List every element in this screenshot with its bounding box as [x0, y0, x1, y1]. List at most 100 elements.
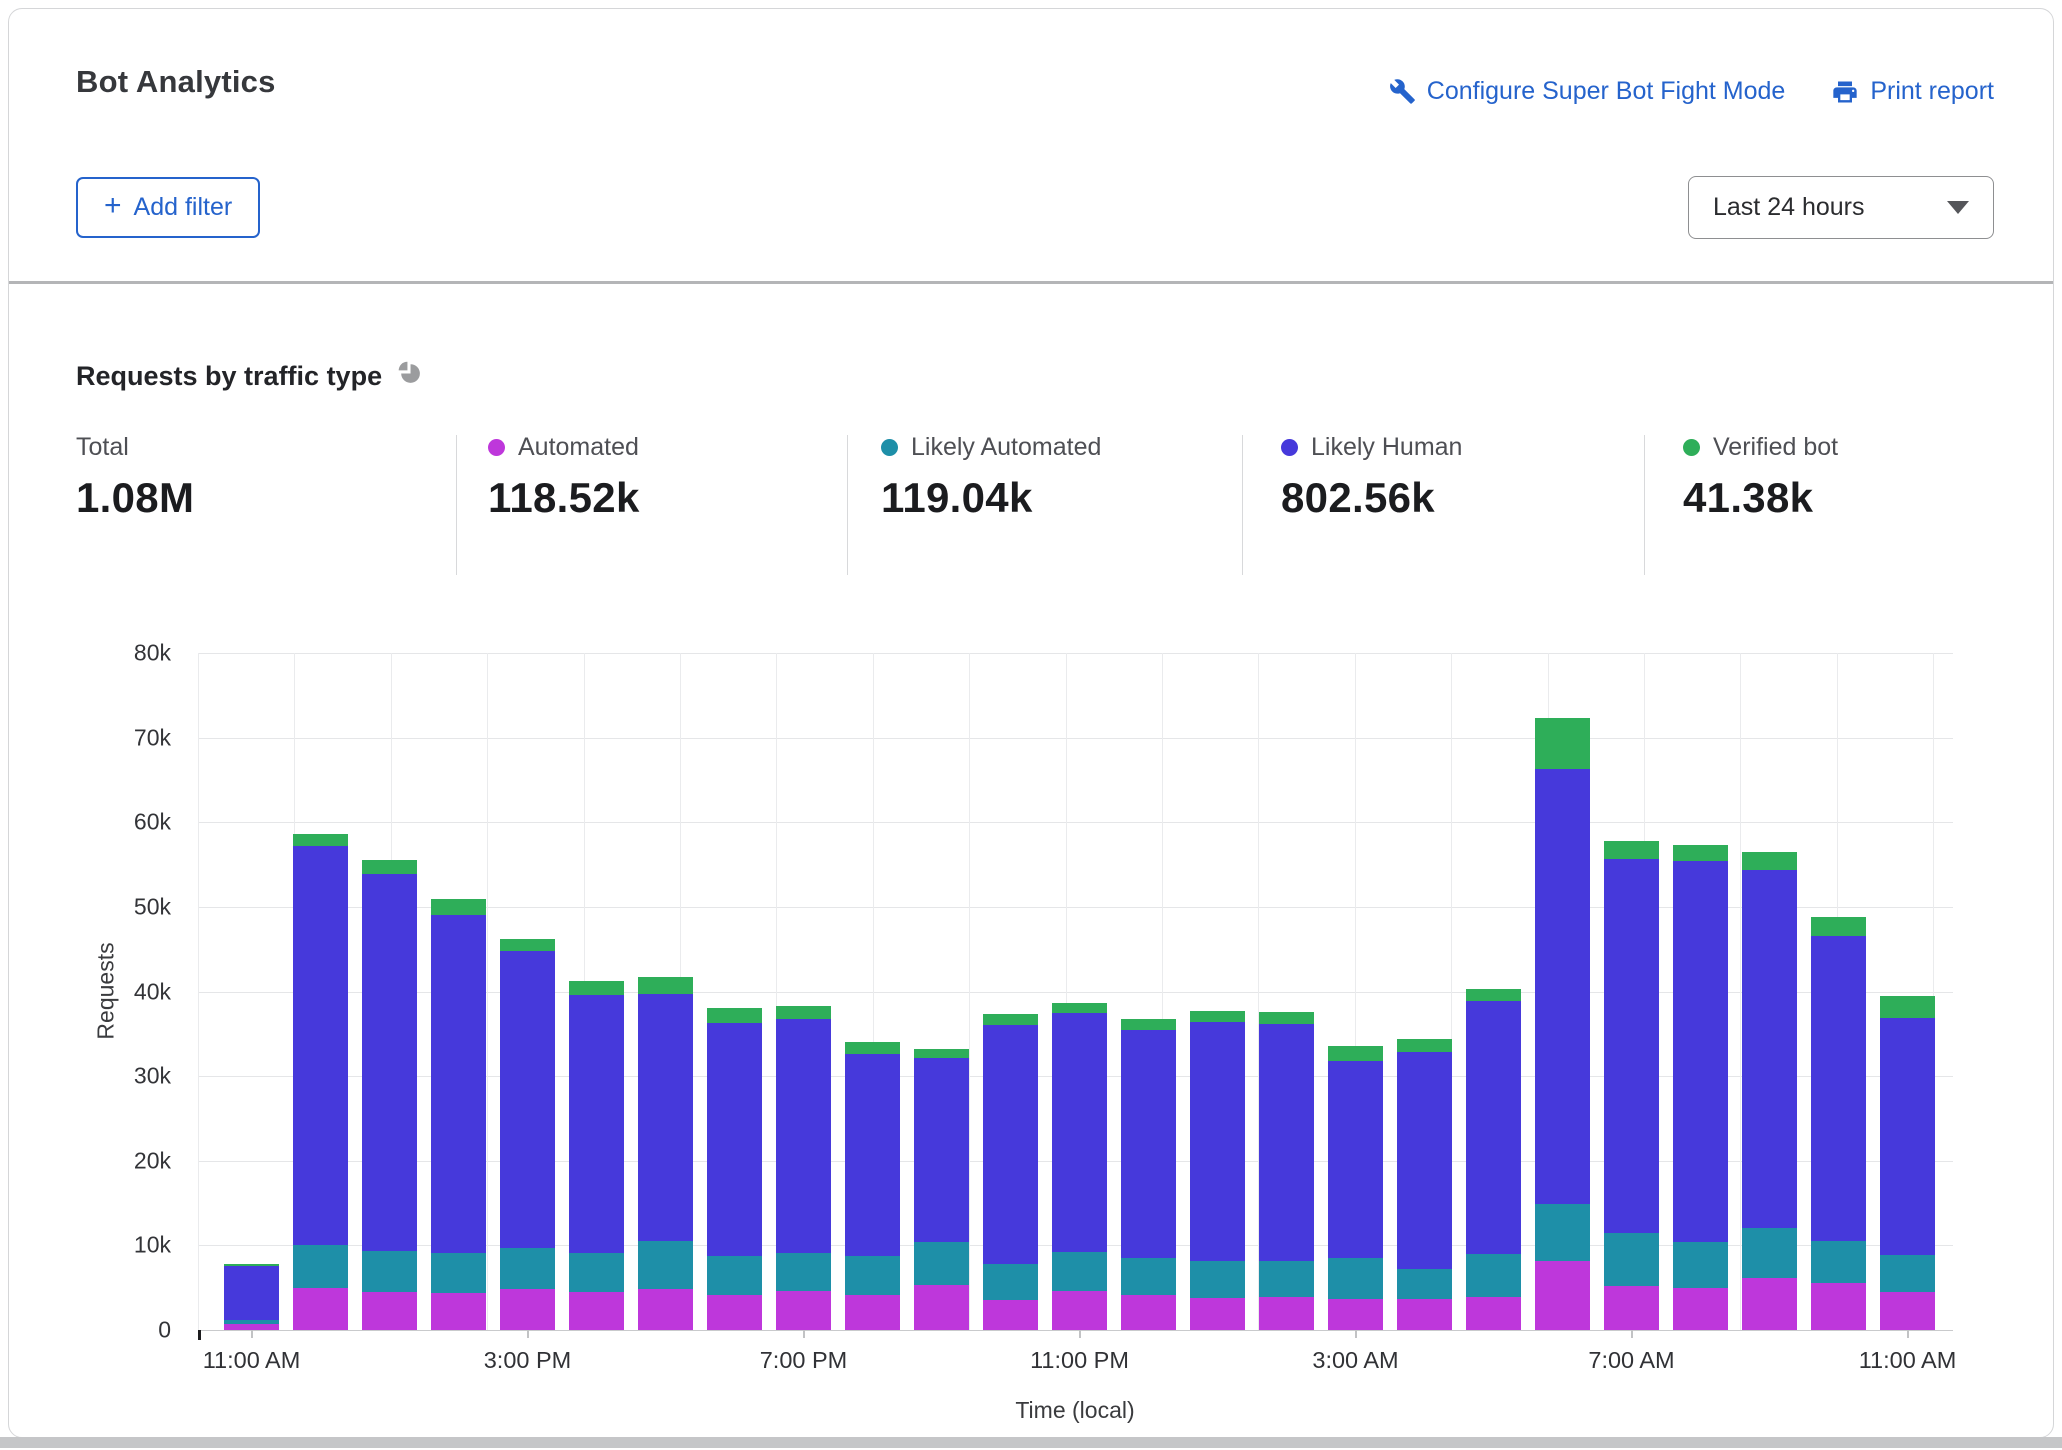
bar-3[interactable]	[431, 653, 486, 1330]
bar-segment-automated[interactable]	[1121, 1295, 1176, 1330]
bar-segment-likely-automated[interactable]	[569, 1253, 624, 1292]
bar-11[interactable]	[983, 653, 1038, 1330]
bar-14[interactable]	[1190, 653, 1245, 1330]
bar-segment-automated[interactable]	[1535, 1261, 1590, 1330]
bar-19[interactable]	[1535, 653, 1590, 1330]
bar-segment-likely-human[interactable]	[983, 1025, 1038, 1264]
bar-segment-likely-human[interactable]	[845, 1054, 900, 1255]
bar-segment-verified-bot[interactable]	[1190, 1011, 1245, 1022]
bar-segment-likely-human[interactable]	[500, 951, 555, 1248]
bar-0[interactable]	[224, 653, 279, 1330]
bar-segment-verified-bot[interactable]	[569, 981, 624, 995]
bar-segment-likely-automated[interactable]	[1328, 1258, 1383, 1299]
bar-segment-automated[interactable]	[1052, 1291, 1107, 1330]
bar-segment-likely-human[interactable]	[569, 995, 624, 1253]
bar-segment-verified-bot[interactable]	[1880, 996, 1935, 1018]
bar-segment-verified-bot[interactable]	[293, 834, 348, 846]
bar-segment-likely-automated[interactable]	[293, 1245, 348, 1287]
bar-segment-likely-human[interactable]	[776, 1019, 831, 1253]
bar-segment-likely-human[interactable]	[1121, 1030, 1176, 1258]
bar-segment-likely-human[interactable]	[1880, 1018, 1935, 1255]
bar-segment-likely-automated[interactable]	[1880, 1255, 1935, 1292]
bar-segment-automated[interactable]	[500, 1289, 555, 1330]
bar-segment-automated[interactable]	[776, 1291, 831, 1330]
bar-segment-verified-bot[interactable]	[1673, 845, 1728, 861]
bar-segment-likely-automated[interactable]	[1052, 1252, 1107, 1291]
bar-segment-automated[interactable]	[1190, 1298, 1245, 1330]
bar-segment-automated[interactable]	[431, 1293, 486, 1330]
bar-segment-automated[interactable]	[1811, 1283, 1866, 1330]
bar-segment-verified-bot[interactable]	[638, 977, 693, 994]
bar-segment-likely-automated[interactable]	[776, 1253, 831, 1291]
bar-segment-likely-automated[interactable]	[1190, 1261, 1245, 1298]
bar-segment-automated[interactable]	[845, 1295, 900, 1330]
bar-segment-verified-bot[interactable]	[776, 1006, 831, 1020]
bar-segment-likely-automated[interactable]	[362, 1251, 417, 1292]
bar-segment-verified-bot[interactable]	[1328, 1046, 1383, 1061]
bar-segment-likely-automated[interactable]	[707, 1256, 762, 1296]
bar-segment-likely-automated[interactable]	[1604, 1233, 1659, 1286]
bar-segment-automated[interactable]	[707, 1295, 762, 1330]
bar-segment-verified-bot[interactable]	[1466, 989, 1521, 1001]
bar-segment-verified-bot[interactable]	[1259, 1012, 1314, 1024]
bar-segment-automated[interactable]	[1328, 1299, 1383, 1330]
bar-segment-likely-automated[interactable]	[224, 1320, 279, 1324]
bar-segment-likely-automated[interactable]	[500, 1248, 555, 1289]
bar-segment-likely-human[interactable]	[1742, 870, 1797, 1228]
bar-9[interactable]	[845, 653, 900, 1330]
bar-segment-verified-bot[interactable]	[1121, 1019, 1176, 1030]
configure-super-bot-fight-mode-link[interactable]: Configure Super Bot Fight Mode	[1389, 77, 1786, 106]
bar-segment-verified-bot[interactable]	[1811, 917, 1866, 936]
bar-segment-likely-automated[interactable]	[431, 1253, 486, 1293]
bar-segment-verified-bot[interactable]	[983, 1014, 1038, 1025]
bar-segment-likely-automated[interactable]	[1466, 1254, 1521, 1297]
bar-1[interactable]	[293, 653, 348, 1330]
bar-segment-automated[interactable]	[1742, 1278, 1797, 1330]
bar-12[interactable]	[1052, 653, 1107, 1330]
bar-segment-verified-bot[interactable]	[1604, 841, 1659, 859]
bar-segment-automated[interactable]	[638, 1289, 693, 1330]
bar-17[interactable]	[1397, 653, 1452, 1330]
bar-segment-likely-human[interactable]	[1328, 1061, 1383, 1258]
bar-segment-likely-human[interactable]	[914, 1058, 969, 1242]
bar-segment-automated[interactable]	[1880, 1292, 1935, 1330]
bar-20[interactable]	[1604, 653, 1659, 1330]
print-report-link[interactable]: Print report	[1831, 77, 1994, 106]
bar-segment-likely-automated[interactable]	[1535, 1204, 1590, 1262]
bar-segment-likely-automated[interactable]	[1742, 1228, 1797, 1279]
bar-segment-automated[interactable]	[983, 1300, 1038, 1330]
bar-segment-verified-bot[interactable]	[362, 860, 417, 874]
bar-segment-verified-bot[interactable]	[1052, 1003, 1107, 1013]
bar-segment-verified-bot[interactable]	[224, 1264, 279, 1266]
bar-segment-likely-human[interactable]	[1397, 1052, 1452, 1269]
bar-15[interactable]	[1259, 653, 1314, 1330]
bar-segment-likely-human[interactable]	[1811, 936, 1866, 1241]
bar-8[interactable]	[776, 653, 831, 1330]
bar-22[interactable]	[1742, 653, 1797, 1330]
bar-6[interactable]	[638, 653, 693, 1330]
bar-23[interactable]	[1811, 653, 1866, 1330]
bar-segment-likely-human[interactable]	[1190, 1022, 1245, 1261]
bar-segment-likely-human[interactable]	[707, 1023, 762, 1256]
bar-segment-likely-automated[interactable]	[1397, 1269, 1452, 1299]
bar-18[interactable]	[1466, 653, 1521, 1330]
bar-segment-automated[interactable]	[1259, 1297, 1314, 1330]
bar-segment-verified-bot[interactable]	[1397, 1039, 1452, 1052]
bar-segment-verified-bot[interactable]	[914, 1049, 969, 1057]
bar-13[interactable]	[1121, 653, 1176, 1330]
bar-2[interactable]	[362, 653, 417, 1330]
bar-segment-verified-bot[interactable]	[845, 1042, 900, 1054]
bar-segment-automated[interactable]	[569, 1292, 624, 1330]
bar-segment-likely-human[interactable]	[1259, 1024, 1314, 1261]
bar-segment-likely-human[interactable]	[431, 915, 486, 1254]
time-range-select[interactable]: Last 24 hours	[1688, 176, 1994, 239]
bar-segment-likely-human[interactable]	[224, 1266, 279, 1320]
bar-4[interactable]	[500, 653, 555, 1330]
bar-segment-likely-automated[interactable]	[1121, 1258, 1176, 1295]
bar-segment-likely-human[interactable]	[638, 994, 693, 1241]
bar-segment-automated[interactable]	[1673, 1288, 1728, 1330]
bar-segment-likely-human[interactable]	[1466, 1001, 1521, 1254]
bar-segment-likely-automated[interactable]	[1811, 1241, 1866, 1283]
bar-segment-likely-human[interactable]	[362, 874, 417, 1251]
bar-segment-likely-automated[interactable]	[1259, 1261, 1314, 1297]
